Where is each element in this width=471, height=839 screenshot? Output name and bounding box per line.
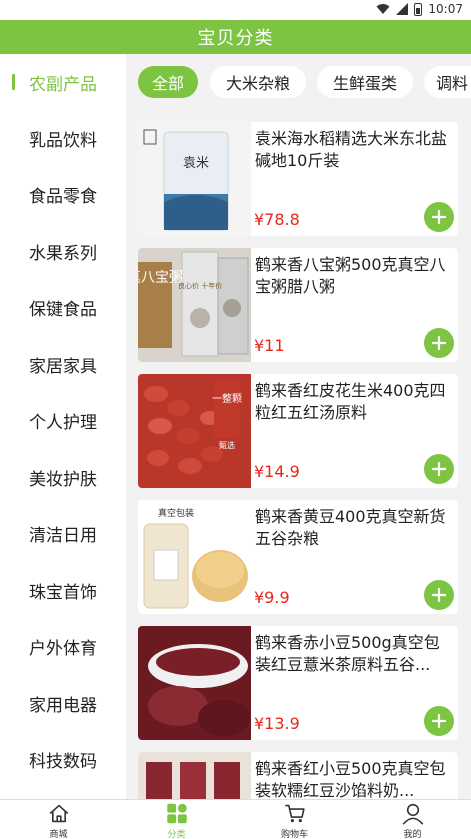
product-price: ¥13.9 [254, 714, 300, 733]
image-headline-text: 真八宝粥 [138, 269, 183, 286]
cart-icon [284, 804, 305, 823]
subcategory-tabs[interactable]: 全部 大米杂粮 生鲜蛋类 调料 [126, 54, 471, 110]
sidebar-item-snacks[interactable]: 食品零食 [0, 166, 126, 222]
product-image[interactable]: 一整颗 甄选 [138, 374, 251, 488]
sidebar-item-jewelry[interactable]: 珠宝首饰 [0, 562, 126, 618]
tabbar-item-mine[interactable]: 我的 [354, 800, 471, 839]
home-icon [49, 804, 68, 823]
category-icon [166, 803, 187, 824]
product-price: ¥78.8 [254, 210, 300, 229]
product-image[interactable] [138, 626, 251, 740]
sidebar-item-health[interactable]: 保键食品 [0, 279, 126, 335]
sidebar-item-appliances[interactable]: 家用电器 [0, 675, 126, 731]
tabbar-label: 我的 [403, 830, 422, 839]
sidebar-item-fruit[interactable]: 水果系列 [0, 223, 126, 279]
product-price: ¥9.9 [254, 588, 290, 607]
category-sidebar[interactable]: 农副产品 乳品饮料 食品零食 水果系列 保键食品 家居家具 个人护理 美妆护肤 … [0, 54, 126, 799]
tabbar-item-mall[interactable]: 商城 [0, 800, 117, 839]
add-to-cart-button[interactable] [424, 580, 454, 610]
page-title: 宝贝分类 [197, 28, 274, 49]
image-headline-text: 一整颗 [212, 392, 242, 405]
image-tag-text: 甄选 [219, 440, 235, 450]
add-to-cart-button[interactable] [424, 328, 454, 358]
sidebar-item-beauty[interactable]: 美妆护肤 [0, 449, 126, 505]
sidebar-item-digital[interactable]: 科技数码 [0, 731, 126, 787]
product-image[interactable]: 袁米 [138, 122, 251, 236]
status-icons: 10:07 [376, 2, 463, 16]
tabbar-item-category[interactable]: 分类 [118, 800, 235, 839]
plus-icon [431, 587, 447, 603]
bottom-tab-bar[interactable]: 商城 分类 购物车 我的 [0, 799, 471, 839]
add-to-cart-button[interactable] [424, 706, 454, 736]
sidebar-item-furniture[interactable]: 家居家具 [0, 336, 126, 392]
tab-all[interactable]: 全部 [138, 66, 198, 98]
add-to-cart-button[interactable] [424, 454, 454, 484]
product-name[interactable]: 鹤来香红小豆500克真空包装软糯红豆沙馅料奶... [255, 758, 451, 799]
product-name[interactable]: 鹤来香红皮花生米400克四粒红五红汤原料 [255, 380, 451, 424]
tab-fresh-eggs[interactable]: 生鲜蛋类 [317, 66, 413, 98]
tab-seasoning[interactable]: 调料 [424, 66, 471, 98]
signal-icon [396, 3, 409, 15]
image-brand-text: 袁米 [183, 156, 209, 171]
image-headline-text: 真空包装 [158, 507, 194, 519]
product-name[interactable]: 鹤来香黄豆400克真空新货五谷杂粮 [255, 506, 451, 550]
product-card[interactable]: 鹤来香红小豆500克真空包装软糯红豆沙馅料奶... [138, 752, 458, 799]
battery-icon [414, 2, 423, 16]
product-image[interactable]: 真八宝粥 良心价 十年价 [138, 248, 251, 362]
status-bar: 10:07 [0, 0, 471, 20]
product-price: ¥14.9 [254, 462, 300, 481]
plus-icon [431, 713, 447, 729]
tabbar-label: 商城 [49, 830, 68, 839]
product-card[interactable]: 真空包装 鹤来香黄豆400克真空新货五谷杂粮 ¥9.9 [138, 500, 458, 614]
plus-icon [431, 461, 447, 477]
user-icon [402, 803, 423, 825]
sidebar-item-nongfu[interactable]: 农副产品 [0, 54, 126, 110]
status-time: 10:07 [428, 2, 463, 16]
wifi-icon [376, 4, 390, 14]
product-card[interactable]: 真八宝粥 良心价 十年价 鹤来香八宝粥500克真空八宝粥腊八粥 ¥11 [138, 248, 458, 362]
image-slogan-text: 良心价 十年价 [178, 281, 222, 290]
product-card[interactable]: 袁米 袁米海水稻精选大米东北盐碱地10斤装 ¥78.8 [138, 122, 458, 236]
product-name[interactable]: 鹤来香八宝粥500克真空八宝粥腊八粥 [255, 254, 451, 298]
sidebar-item-personal-care[interactable]: 个人护理 [0, 392, 126, 448]
product-image[interactable]: 真空包装 [138, 500, 251, 614]
product-name[interactable]: 袁米海水稻精选大米东北盐碱地10斤装 [255, 128, 451, 172]
sidebar-item-dairy[interactable]: 乳品饮料 [0, 110, 126, 166]
plus-icon [431, 209, 447, 225]
tab-rice-grains[interactable]: 大米杂粮 [210, 66, 306, 98]
product-image[interactable] [138, 752, 251, 799]
add-to-cart-button[interactable] [424, 202, 454, 232]
product-card[interactable]: 一整颗 甄选 鹤来香红皮花生米400克四粒红五红汤原料 ¥14.9 [138, 374, 458, 488]
plus-icon [431, 335, 447, 351]
product-card[interactable]: 鹤来香赤小豆500g真空包装红豆薏米茶原料五谷... ¥13.9 [138, 626, 458, 740]
tabbar-label: 分类 [167, 830, 186, 839]
tabbar-label: 购物车 [280, 830, 308, 839]
sidebar-item-cleaning[interactable]: 清洁日用 [0, 505, 126, 561]
sidebar-item-outdoor[interactable]: 户外体育 [0, 618, 126, 674]
product-list[interactable]: 袁米 袁米海水稻精选大米东北盐碱地10斤装 ¥78.8 真八宝粥 良心价 十年价… [126, 110, 471, 799]
product-price: ¥11 [254, 336, 285, 355]
title-bar: 宝贝分类 [0, 20, 471, 54]
tabbar-item-cart[interactable]: 购物车 [236, 800, 353, 839]
product-name[interactable]: 鹤来香赤小豆500g真空包装红豆薏米茶原料五谷... [255, 632, 451, 676]
